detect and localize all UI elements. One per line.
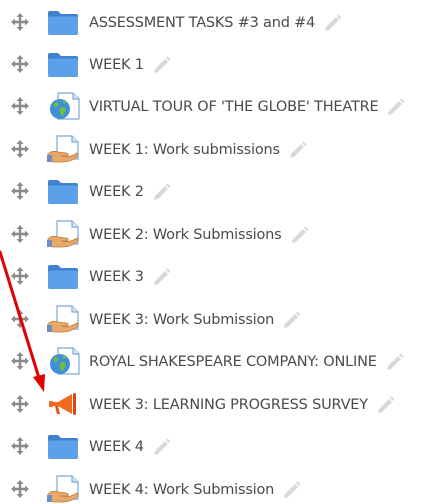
activity-link[interactable]: WEEK 1 [89,54,172,75]
edit-pencil-icon[interactable] [280,309,302,329]
assignment-icon [46,305,79,333]
edit-pencil-icon[interactable] [384,96,406,116]
list-item[interactable]: WEEK 3: Work Submission [0,304,446,334]
item-label[interactable]: WEEK 2: Work Submissions [89,227,282,243]
url-globe-icon [49,92,80,120]
assignment-icon [46,135,79,163]
item-label[interactable]: WEEK 4: Work Submission [89,482,274,498]
item-label[interactable]: WEEK 3 [89,269,144,285]
item-label[interactable]: WEEK 2 [89,184,144,200]
folder-icon [48,435,78,459]
activity-link[interactable]: VIRTUAL TOUR OF 'THE GLOBE' THEATRE [89,96,406,117]
list-item[interactable]: VIRTUAL TOUR OF 'THE GLOBE' THEATRE [0,91,446,121]
edit-pencil-icon[interactable] [150,266,172,286]
list-item[interactable]: WEEK 3: LEARNING PROGRESS SURVEY [0,389,446,419]
move-icon[interactable] [10,394,30,414]
activity-link[interactable]: WEEK 2: Work Submissions [89,224,310,245]
activity-link[interactable]: WEEK 3 [89,266,172,287]
edit-pencil-icon[interactable] [383,351,405,371]
assignment-icon [46,220,79,248]
folder-icon [48,11,78,35]
activity-link[interactable]: WEEK 4: Work Submission [89,479,302,500]
move-icon[interactable] [10,224,30,244]
url-globe-icon [49,347,80,375]
list-item[interactable]: WEEK 2 [0,176,446,206]
edit-pencil-icon[interactable] [150,181,172,201]
list-item[interactable]: WEEK 3 [0,261,446,291]
activity-link[interactable]: ASSESSMENT TASKS #3 and #4 [89,12,343,33]
item-label[interactable]: WEEK 3: Work Submission [89,312,274,328]
move-icon[interactable] [10,54,30,74]
move-icon[interactable] [10,309,30,329]
item-label[interactable]: WEEK 1: Work submissions [89,142,280,158]
edit-pencil-icon[interactable] [286,139,308,159]
item-label[interactable]: ROYAL SHAKESPEARE COMPANY: ONLINE [89,354,377,370]
move-icon[interactable] [10,479,30,499]
edit-pencil-icon[interactable] [150,436,172,456]
move-icon[interactable] [10,181,30,201]
item-label[interactable]: VIRTUAL TOUR OF 'THE GLOBE' THEATRE [89,99,379,115]
activity-link[interactable]: WEEK 3: Work Submission [89,309,302,330]
activity-link[interactable]: ROYAL SHAKESPEARE COMPANY: ONLINE [89,351,405,372]
list-item[interactable]: WEEK 1 [0,49,446,79]
item-label[interactable]: ASSESSMENT TASKS #3 and #4 [89,15,315,31]
activity-link[interactable]: WEEK 1: Work submissions [89,139,308,160]
activity-link[interactable]: WEEK 4 [89,436,172,457]
move-icon[interactable] [10,12,30,32]
list-item[interactable]: WEEK 4: Work Submission [0,474,446,504]
folder-icon [48,53,78,77]
item-label[interactable]: WEEK 1 [89,57,144,73]
edit-pencil-icon[interactable] [288,224,310,244]
activity-link[interactable]: WEEK 2 [89,181,172,202]
item-label[interactable]: WEEK 4 [89,439,144,455]
folder-icon [48,265,78,289]
edit-pencil-icon[interactable] [374,394,396,414]
edit-pencil-icon[interactable] [321,12,343,32]
list-item[interactable]: WEEK 1: Work submissions [0,134,446,164]
move-icon[interactable] [10,96,30,116]
move-icon[interactable] [10,139,30,159]
edit-pencil-icon[interactable] [280,479,302,499]
list-item[interactable]: WEEK 4 [0,431,446,461]
list-item[interactable]: WEEK 2: Work Submissions [0,219,446,249]
item-label[interactable]: WEEK 3: LEARNING PROGRESS SURVEY [89,397,368,413]
assignment-icon [46,475,79,503]
edit-pencil-icon[interactable] [150,54,172,74]
move-icon[interactable] [10,436,30,456]
move-icon[interactable] [10,266,30,286]
list-item[interactable]: ROYAL SHAKESPEARE COMPANY: ONLINE [0,346,446,376]
activity-link[interactable]: WEEK 3: LEARNING PROGRESS SURVEY [89,394,396,415]
list-item[interactable]: ASSESSMENT TASKS #3 and #4 [0,7,446,37]
move-icon[interactable] [10,351,30,371]
megaphone-icon [49,393,76,415]
folder-icon [48,180,78,204]
